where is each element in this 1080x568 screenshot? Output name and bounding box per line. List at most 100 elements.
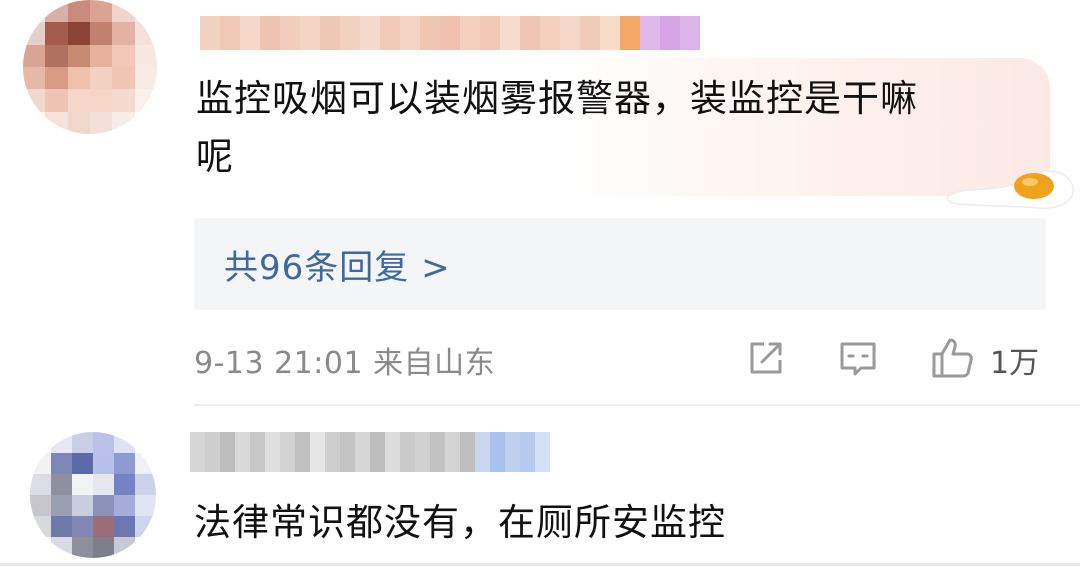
avatar[interactable]: [30, 432, 156, 558]
avatar-pixel: [45, 89, 68, 112]
avatar-pixel: [51, 495, 72, 516]
username-pixel: [620, 16, 640, 50]
avatar-pixel: [51, 453, 72, 474]
avatar-pixel: [114, 537, 135, 558]
avatar-pixel: [114, 453, 135, 474]
avatar-pixel: [51, 432, 72, 453]
avatar-pixel: [72, 537, 93, 558]
avatar-pixel: [45, 22, 68, 45]
view-replies-button[interactable]: 共96条回复 >: [194, 218, 1046, 310]
username-pixel: [260, 16, 280, 50]
avatar-pixel: [30, 516, 51, 537]
username-pixel: [660, 16, 680, 50]
username-pixel: [520, 432, 535, 472]
username-pixel: [445, 432, 460, 472]
avatar-pixel: [135, 432, 156, 453]
username-pixel: [640, 16, 660, 50]
avatar-pixel: [93, 495, 114, 516]
avatar-pixel: [134, 111, 157, 134]
avatar-pixel: [134, 89, 157, 112]
avatar-pixel: [90, 44, 113, 67]
avatar-pixel: [72, 495, 93, 516]
avatar-pixel: [30, 432, 51, 453]
share-icon[interactable]: [742, 334, 790, 382]
avatar-pixel: [135, 453, 156, 474]
avatar-pixel: [30, 474, 51, 495]
username-pixel: [415, 432, 430, 472]
avatar-pixel: [67, 89, 90, 112]
avatar-pixel: [67, 0, 90, 23]
avatar-pixel: [45, 111, 68, 134]
avatar-pixel: [23, 0, 46, 23]
avatar-pixel: [45, 0, 68, 23]
avatar-pixel: [51, 537, 72, 558]
comment-text: 法律常识都没有，在厕所安监控: [194, 501, 726, 544]
username-blurred[interactable]: [200, 16, 700, 50]
avatar-pixel: [112, 22, 135, 45]
avatar-pixel: [112, 89, 135, 112]
avatar-pixel: [114, 516, 135, 537]
username-pixel: [205, 432, 220, 472]
username-pixel: [320, 16, 340, 50]
avatar-pixel: [114, 432, 135, 453]
username-pixel: [310, 432, 325, 472]
comment-icon[interactable]: [834, 334, 882, 382]
username-blurred[interactable]: [190, 432, 550, 472]
avatar-pixel: [72, 516, 93, 537]
avatar-pixel: [30, 537, 51, 558]
avatar-pixel: [93, 537, 114, 558]
comment-text-line: 呢: [196, 135, 234, 178]
avatar-pixel: [134, 44, 157, 67]
avatar-pixel: [23, 89, 46, 112]
avatar-pixel: [67, 44, 90, 67]
username-pixel: [325, 432, 340, 472]
username-pixel: [475, 432, 490, 472]
username-pixel: [295, 432, 310, 472]
avatar[interactable]: [23, 0, 157, 134]
like-count: 1万: [990, 346, 1040, 381]
avatar-pixel: [114, 495, 135, 516]
thumbs-up-icon[interactable]: [928, 334, 976, 382]
avatar-pixel: [112, 44, 135, 67]
avatar-pixel: [93, 516, 114, 537]
username-pixel: [265, 432, 280, 472]
avatar-pixel: [112, 0, 135, 23]
username-pixel: [505, 432, 520, 472]
username-pixel: [540, 16, 560, 50]
username-pixel: [340, 16, 360, 50]
avatar-pixel: [135, 516, 156, 537]
comment-text: 监控吸烟可以装烟雾报警器，装监控是干嘛 呢: [196, 70, 1026, 186]
avatar-pixel: [72, 453, 93, 474]
avatar-pixel: [135, 495, 156, 516]
username-pixel: [360, 16, 380, 50]
divider: [0, 563, 1080, 566]
avatar-pixel: [30, 495, 51, 516]
username-pixel: [400, 16, 420, 50]
username-pixel: [220, 432, 235, 472]
avatar-pixel: [45, 67, 68, 90]
username-pixel: [250, 432, 265, 472]
avatar-pixel: [72, 474, 93, 495]
username-pixel: [370, 432, 385, 472]
fried-egg-icon: [946, 170, 1074, 209]
avatar-pixel: [30, 453, 51, 474]
replies-count-link[interactable]: 共96条回复 >: [224, 240, 451, 289]
username-pixel: [280, 432, 295, 472]
username-pixel: [190, 432, 205, 472]
username-pixel: [520, 16, 540, 50]
avatar-pixel: [114, 474, 135, 495]
comment-text-line: 监控吸烟可以装烟雾报警器，装监控是干嘛: [196, 77, 918, 120]
username-pixel: [580, 16, 600, 50]
avatar-pixel: [67, 67, 90, 90]
username-pixel: [430, 432, 445, 472]
avatar-pixel: [90, 89, 113, 112]
username-pixel: [235, 432, 250, 472]
avatar-pixel: [90, 0, 113, 23]
avatar-pixel: [51, 516, 72, 537]
username-pixel: [220, 16, 240, 50]
username-pixel: [490, 432, 505, 472]
username-pixel: [380, 16, 400, 50]
username-pixel: [500, 16, 520, 50]
username-pixel: [240, 16, 260, 50]
avatar-pixel: [93, 453, 114, 474]
